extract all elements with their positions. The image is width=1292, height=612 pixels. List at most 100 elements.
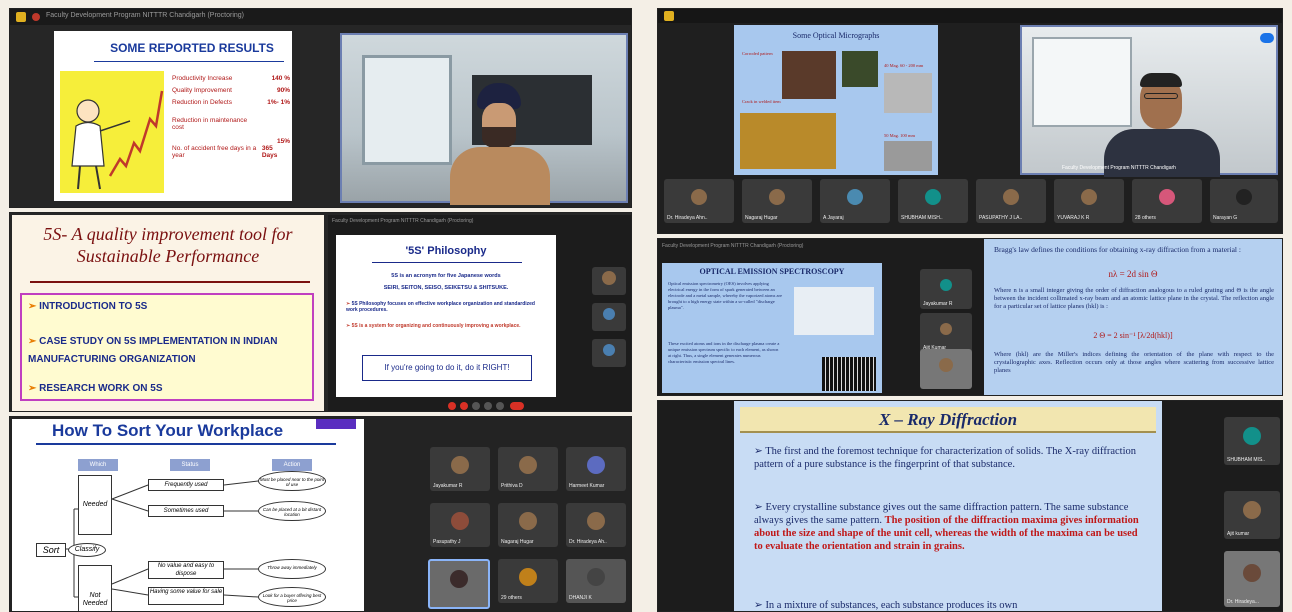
- participant-name: PASUPATHY J LA..: [979, 215, 1023, 221]
- more-options-icon[interactable]: [496, 402, 504, 410]
- slide-title: '5S' Philosophy: [405, 245, 487, 257]
- participant-name: SHUBHAM MISH..: [901, 215, 943, 221]
- participant-avatar: [1081, 188, 1097, 205]
- result-row: Reduction in Defects 1%- 1%: [172, 99, 290, 106]
- speaker-video[interactable]: [340, 33, 628, 205]
- participant-name: Nagaraj Hugar: [501, 539, 534, 545]
- participant-tile[interactable]: Prithiva D: [498, 447, 558, 491]
- participant-name: Dr. Hiradeya Ahn..: [667, 215, 708, 221]
- participant-avatar: [603, 308, 615, 321]
- participant-tile[interactable]: Jayakumar R: [920, 269, 972, 309]
- participant-tile[interactable]: YUVARAJ K R: [1054, 179, 1124, 223]
- participant-tile[interactable]: Ajit Kumar: [920, 313, 972, 353]
- micrograph-label: 40 Mag. 60 - 200 mm: [884, 63, 924, 68]
- present-icon[interactable]: [484, 402, 492, 410]
- slide-5s-tool: 5S- A quality improvement tool for Susta…: [12, 215, 324, 411]
- app-icon: [664, 11, 674, 21]
- participant-avatar: [519, 455, 537, 474]
- participant-tile[interactable]: Narayan G: [1210, 179, 1278, 223]
- participant-tile[interactable]: SHUBHAM MISH..: [898, 179, 968, 223]
- result-row: Quality Improvement 90%: [172, 87, 290, 94]
- video-caption: Faculty Development Program NITTTR Chand…: [1062, 165, 1176, 171]
- participant-avatar: [1003, 188, 1019, 205]
- participant-avatar: [1236, 188, 1252, 205]
- philosophy-bullet: ➢ 5S Philosophy focuses on effective wor…: [346, 301, 535, 313]
- participant-name: A Jayaraj: [823, 215, 844, 221]
- participant-tile[interactable]: 28 others: [1132, 179, 1202, 223]
- philosophy-words: SEIRI, SEITON, SEISO, SEIKETSU & SHITSUK…: [383, 285, 509, 291]
- oes-text: These excited atoms and ions in the disc…: [668, 341, 780, 364]
- topic-item: ➢ RESEARCH WORK ON 5S: [28, 383, 163, 394]
- participant-tile[interactable]: 29 others: [498, 559, 558, 603]
- captions-icon[interactable]: [472, 402, 480, 410]
- participant-name: Dr. Hiradeya...: [1227, 599, 1259, 605]
- xrd-bullet: ➢ Every crystalline substance gives out …: [754, 502, 1139, 552]
- philosophy-bullet: ➢ 5S is a system for organizing and cont…: [346, 323, 521, 329]
- participant-name: Pasupathy J: [433, 539, 461, 545]
- end-call-icon[interactable]: [510, 402, 524, 410]
- participant-tile[interactable]: [920, 349, 972, 389]
- title-underline: [372, 262, 522, 263]
- participant-tile[interactable]: [592, 339, 626, 367]
- participant-name: 29 others: [501, 595, 522, 601]
- participant-avatar: [1243, 427, 1261, 446]
- participant-tile[interactable]: [592, 303, 626, 331]
- participant-name: Prithiva D: [501, 483, 523, 489]
- participant-tile[interactable]: [592, 267, 626, 295]
- philosophy-line: 5S is an acronym for five Japanese words: [391, 273, 501, 279]
- participant-tile[interactable]: SHUBHAM MIS..: [1224, 417, 1280, 465]
- participant-avatar: [451, 511, 469, 530]
- spectrometer-diagram: [794, 287, 874, 335]
- camera-off-icon[interactable]: [460, 402, 468, 410]
- topic-item: ➢ CASE STUDY ON 5S IMPLEMENTATION IN IND…: [28, 336, 278, 365]
- participant-tile[interactable]: Harmeet Kumar: [566, 447, 626, 491]
- speaker-video[interactable]: Faculty Development Program NITTTR Chand…: [1020, 25, 1278, 177]
- participant-avatar: [1159, 188, 1175, 205]
- participant-name: Dr. Hiradeya Ah..: [569, 539, 607, 545]
- participant-tile[interactable]: Nagaraj Hugar: [498, 503, 558, 547]
- action-ellipse: Throw away immediately: [258, 559, 326, 579]
- micrograph-image: [842, 51, 878, 87]
- participant-avatar: [451, 455, 469, 474]
- micrograph-image: [884, 141, 932, 171]
- participant-name: Narayan G: [1213, 215, 1238, 221]
- participant-tile[interactable]: Dr. Hiradeya Ah..: [566, 503, 626, 547]
- micrograph-image: [884, 73, 932, 113]
- participant-avatar: [1243, 501, 1261, 520]
- participant-tile[interactable]: A Jayaraj: [820, 179, 890, 223]
- slide-results: SOME REPORTED RESULTS Productivity Incre…: [54, 31, 292, 201]
- slide-micrographs: Some Optical Micrographs Corroded patter…: [734, 25, 938, 175]
- speaker-hair: [1140, 73, 1182, 87]
- participant-avatar: [450, 570, 468, 589]
- participant-avatar: [939, 358, 953, 372]
- meeting-title: Faculty Development Program NITTTR Chand…: [46, 12, 245, 19]
- pin-icon[interactable]: [1260, 33, 1274, 43]
- participant-name: 28 others: [1135, 215, 1156, 221]
- participant-tile[interactable]: Ajit kumar: [1224, 491, 1280, 539]
- screenshot-panel-xrd: X – Ray Diffraction ➢ The first and the …: [657, 400, 1283, 612]
- record-icon: [32, 13, 40, 21]
- participant-tile[interactable]: PASUPATHY J LA..: [976, 179, 1046, 223]
- participant-tile[interactable]: Dr. Hiradeya Ahn..: [664, 179, 734, 223]
- participant-avatar: [847, 188, 863, 205]
- participant-tile[interactable]: Pasupathy J: [430, 503, 490, 547]
- status-box: Frequently used: [148, 479, 224, 491]
- participant-tile[interactable]: [428, 559, 490, 609]
- participant-tile[interactable]: Jayakumar R: [430, 447, 490, 491]
- participant-name: YUVARAJ K R: [1057, 215, 1090, 221]
- participant-avatar: [587, 567, 605, 586]
- participant-tile[interactable]: Dr. Hiradeya...: [1224, 551, 1280, 607]
- mic-off-icon[interactable]: [448, 402, 456, 410]
- bragg-text: Bragg's law defines the conditions for o…: [994, 245, 1241, 254]
- window-frame: [1032, 37, 1132, 127]
- screenshot-panel-5s: 5S- A quality improvement tool for Susta…: [9, 212, 632, 412]
- participant-avatar: [603, 344, 615, 357]
- participant-avatar: [519, 511, 537, 530]
- participant-tile[interactable]: Nagaraj Hugar: [742, 179, 812, 223]
- bragg-text: Where n is a small integer giving the or…: [994, 287, 1274, 310]
- participant-avatar: [769, 188, 785, 205]
- participant-tile[interactable]: DHANJI K: [566, 559, 626, 603]
- participant-name: Jayakumar R: [433, 483, 463, 489]
- participant-avatar: [519, 567, 537, 586]
- not-needed-box: Not Needed: [78, 565, 112, 611]
